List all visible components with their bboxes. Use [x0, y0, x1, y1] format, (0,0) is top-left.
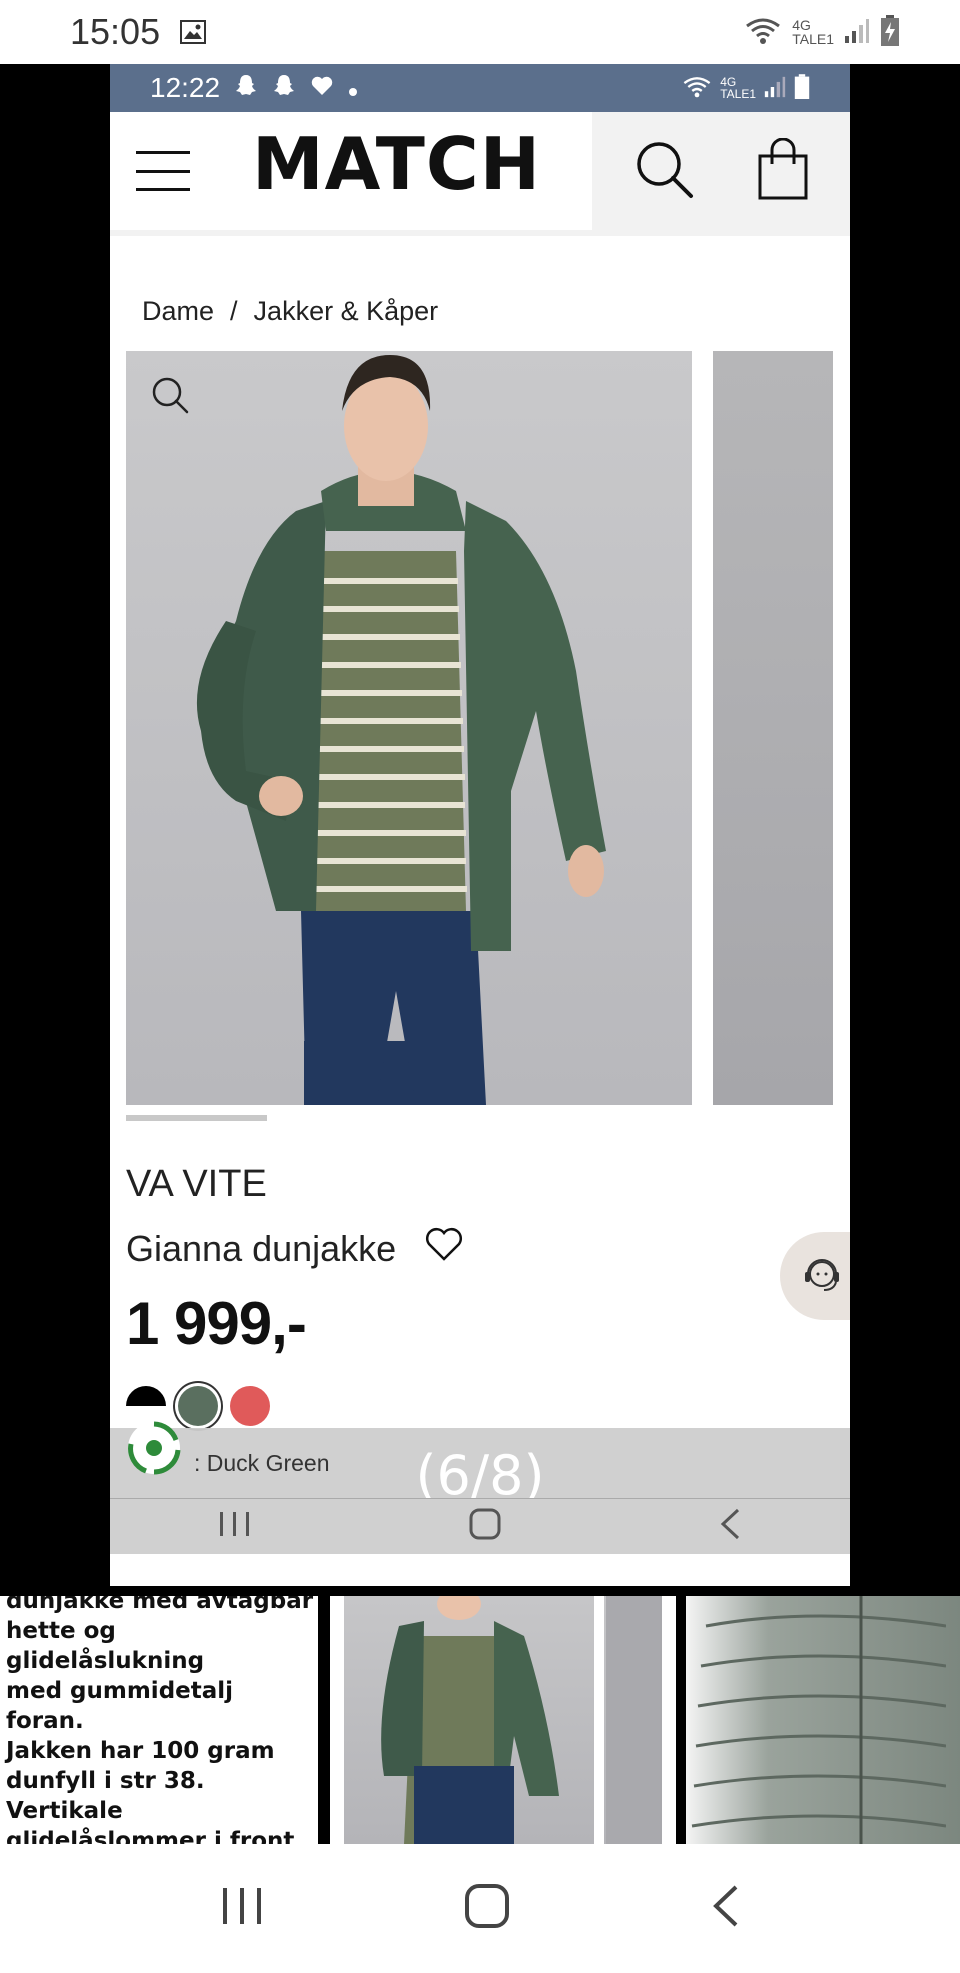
- outer-navigation-bar: [0, 1844, 960, 1973]
- outer-network: 4G: [792, 17, 811, 33]
- next-product-image[interactable]: [713, 351, 833, 1105]
- breadcrumb-jakker-kaper[interactable]: Jakker & Kåper: [254, 296, 439, 327]
- recent-apps-icon[interactable]: [218, 1509, 252, 1544]
- inner-status-bar: 12:22 4G TALE1: [110, 64, 850, 112]
- inner-navigation-bar: [110, 1498, 850, 1554]
- support-agent-icon: [800, 1252, 844, 1301]
- breadcrumb-separator: /: [230, 296, 238, 326]
- snapchat-icon: [272, 72, 296, 104]
- product-image[interactable]: [126, 351, 692, 1105]
- description-line: dunfyll i str 38. Vertikale: [6, 1768, 205, 1824]
- wifi-icon: [744, 16, 782, 49]
- breadcrumb-dame[interactable]: Dame: [142, 296, 214, 327]
- description-line: med gummidetalj foran.: [6, 1678, 234, 1734]
- menu-icon[interactable]: [136, 151, 190, 191]
- description-line: dunjakke med avtagbar: [6, 1596, 314, 1614]
- outer-carrier: TALE1: [792, 31, 834, 47]
- battery-icon: [880, 14, 900, 50]
- thumbnail-description[interactable]: dunjakke med avtagbar hette og glidelåslu…: [0, 1596, 330, 1844]
- inner-carrier: TALE1: [720, 87, 756, 101]
- model-thumbnail-photo: [381, 1596, 662, 1844]
- screenshot-viewer[interactable]: 12:22 4G TALE1 MATCH Dame / Jakker & Kåp…: [110, 64, 850, 1586]
- description-line: glidelåslommer i front og: [6, 1828, 295, 1844]
- product-brand[interactable]: VA VITE: [126, 1163, 850, 1206]
- heart-app-icon: [310, 72, 334, 104]
- match-logo[interactable]: MATCH: [252, 122, 541, 206]
- home-icon[interactable]: [468, 1507, 502, 1546]
- gallery-icon: [180, 11, 207, 53]
- home-icon[interactable]: [464, 1883, 510, 1934]
- back-icon[interactable]: [718, 1507, 742, 1546]
- outer-time: 15:05: [70, 11, 161, 52]
- model-photo: [196, 355, 606, 1105]
- dot-icon: [348, 72, 358, 104]
- signal-icon: [844, 18, 870, 47]
- color-swatches: [126, 1386, 850, 1426]
- shopping-bag-icon[interactable]: [757, 137, 809, 205]
- wifi-icon: [682, 75, 712, 102]
- product-price: 1 999,-: [126, 1290, 307, 1357]
- battery-icon: [794, 73, 810, 103]
- zoom-icon[interactable]: [150, 375, 190, 420]
- description-line: hette og glidelåslukning: [6, 1618, 205, 1674]
- snapchat-icon: [234, 72, 258, 104]
- thumbnail-jacket-closeup[interactable]: [676, 1596, 960, 1844]
- inner-time: 12:22: [150, 72, 221, 103]
- thumbnail-model[interactable]: [344, 1596, 662, 1844]
- breadcrumb: Dame / Jakker & Kåper: [142, 296, 850, 327]
- gallery-progress-fill: [126, 1115, 268, 1121]
- color-swatch[interactable]: [178, 1386, 218, 1426]
- product-gallery[interactable]: [110, 351, 850, 1121]
- description-text: dunjakke med avtagbar hette og glidelåslu…: [6, 1596, 318, 1844]
- jacket-closeup-photo: [691, 1596, 947, 1844]
- back-icon[interactable]: [710, 1884, 740, 1933]
- thumbnail-strip: dunjakke med avtagbar hette og glidelåslu…: [0, 1596, 960, 1844]
- signal-icon: [764, 76, 786, 101]
- recent-apps-icon[interactable]: [220, 1886, 264, 1931]
- gallery-progress: [126, 1115, 832, 1121]
- color-swatch[interactable]: [230, 1386, 270, 1426]
- site-header: MATCH: [110, 112, 850, 236]
- heart-icon[interactable]: [424, 1226, 464, 1271]
- description-line: Jakken har 100 gram: [6, 1738, 275, 1764]
- outer-status-bar: 15:05 4G TALE1: [0, 0, 960, 64]
- search-icon[interactable]: [633, 138, 695, 205]
- product-name: Gianna dunjakke: [126, 1227, 397, 1269]
